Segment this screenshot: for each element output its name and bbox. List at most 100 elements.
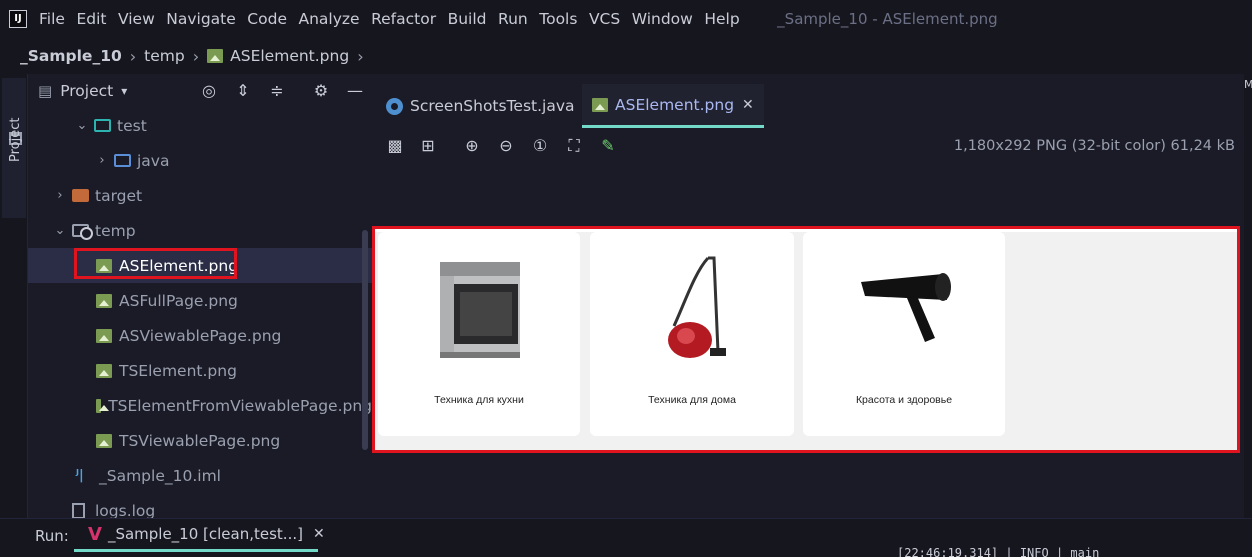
right-tool-label[interactable]: M (1244, 78, 1252, 91)
close-icon[interactable]: ✕ (313, 526, 325, 542)
project-tree: ⌄ test › java › target ⌄ temp ASElement.… (28, 108, 372, 528)
menu-view[interactable]: View (118, 10, 155, 28)
breadcrumb-file[interactable]: ASElement.png (230, 47, 349, 65)
tree-row-java[interactable]: › java (28, 143, 372, 178)
image-toolbar: ▩ ⊞ ⊕ ⊖ ① ⛶ ✎ 1,180x292 PNG (32-bit colo… (372, 128, 1244, 168)
temp-folder-icon (72, 224, 93, 240)
grid-icon[interactable]: ⊞ (418, 136, 438, 156)
project-panel-title[interactable]: Project (60, 82, 113, 100)
tree-item-label: ASViewablePage.png (119, 326, 282, 345)
expand-all-icon[interactable]: ⇕ (234, 82, 252, 100)
zoom-out-icon[interactable]: ⊖ (496, 136, 516, 156)
left-tool-stripe: Project (0, 74, 28, 518)
tree-row-aselement[interactable]: ASElement.png (28, 248, 372, 283)
project-panel: ▤ Project ▾ ◎ ⇕ ≑ ⚙ — ⌄ test › java › ta… (28, 74, 372, 520)
menu-vcs[interactable]: VCS (589, 10, 620, 28)
tree-item-label: TSViewablePage.png (119, 431, 281, 450)
image-file-icon (592, 97, 608, 112)
chevron-right-icon: › (192, 46, 200, 66)
close-icon[interactable]: ✕ (742, 97, 754, 113)
tree-row-test[interactable]: ⌄ test (28, 108, 372, 143)
chevron-down-icon[interactable]: ⌄ (74, 118, 90, 133)
editor-tab-bar: ScreenShotsTest.java ✕ ASElement.png ✕ (372, 74, 1244, 128)
tab-label: ScreenShotsTest.java (410, 97, 575, 115)
locate-file-icon[interactable]: ◎ (200, 82, 218, 100)
stove-image (440, 262, 520, 358)
chessboard-icon[interactable]: ▩ (385, 136, 405, 156)
category-card-beauty: Красота и здоровье (803, 232, 1005, 436)
menu-help[interactable]: Help (704, 10, 739, 28)
image-file-icon (96, 258, 112, 273)
image-info: 1,180x292 PNG (32-bit color) 61,24 kB (953, 138, 1235, 154)
breadcrumb-project[interactable]: _Sample_10 (20, 47, 122, 65)
tab-aselement-png[interactable]: ASElement.png ✕ (582, 84, 764, 128)
collapse-all-icon[interactable]: ≑ (268, 82, 286, 100)
project-view-icon: ▤ (38, 82, 53, 100)
maven-icon: V (88, 523, 102, 545)
tree-row-asfullpage[interactable]: ASFullPage.png (28, 283, 372, 318)
category-label: Техника для кухни (434, 394, 524, 406)
image-file-icon (96, 293, 112, 308)
java-class-icon (386, 97, 403, 115)
menu-window[interactable]: Window (632, 10, 693, 28)
run-configuration-tab[interactable]: V _Sample_10 [clean,test...] ✕ (74, 519, 325, 552)
chevron-right-icon: › (129, 46, 137, 66)
breadcrumb: _Sample_10 › temp › ASElement.png › (0, 38, 1252, 74)
tree-row-asviewablepage[interactable]: ASViewablePage.png (28, 318, 372, 353)
tree-row-temp[interactable]: ⌄ temp (28, 213, 372, 248)
tree-row-iml[interactable]: ᴶ| _Sample_10.iml (28, 458, 372, 493)
menu-build[interactable]: Build (448, 10, 487, 28)
project-panel-header: ▤ Project ▾ ◎ ⇕ ≑ ⚙ — (28, 74, 372, 108)
category-card-home: Техника для дома (590, 232, 794, 436)
tab-screenshotstest-java[interactable]: ScreenShotsTest.java ✕ (376, 84, 604, 128)
run-tab-label: _Sample_10 [clean,test...] (107, 525, 303, 543)
menu-refactor[interactable]: Refactor (371, 10, 436, 28)
tree-row-tselement[interactable]: TSElement.png (28, 353, 372, 388)
tree-item-label: logs.log (95, 501, 156, 520)
color-picker-icon[interactable]: ✎ (598, 136, 618, 156)
tree-row-tselementfromviewablepage[interactable]: TSElementFromViewablePage.png (28, 388, 372, 423)
chevron-down-icon[interactable]: ▾ (121, 84, 127, 98)
project-tool-tab[interactable]: Project (2, 78, 26, 218)
image-file-icon (96, 328, 112, 343)
menu-edit[interactable]: Edit (76, 10, 106, 28)
menu-bar: IJ File Edit View Navigate Code Analyze … (0, 0, 1252, 38)
chevron-right-icon[interactable]: › (52, 188, 68, 203)
gear-icon[interactable]: ⚙ (312, 82, 330, 100)
vacuum-cleaner-image (668, 256, 726, 358)
actual-size-icon[interactable]: ① (530, 136, 550, 156)
tree-row-tsviewablepage[interactable]: TSViewablePage.png (28, 423, 372, 458)
image-preview-highlighted: Техника для кухни Техника для дома Красо… (372, 226, 1240, 453)
image-file-icon (207, 49, 224, 63)
text-file-icon (72, 502, 85, 519)
source-folder-icon (114, 154, 131, 167)
tab-label: ASElement.png (615, 95, 735, 114)
category-label: Техника для дома (648, 394, 736, 406)
menu-run[interactable]: Run (498, 10, 528, 28)
module-file-icon: ᴶ| (76, 468, 84, 483)
project-scrollbar[interactable] (362, 230, 368, 450)
run-label: Run: (35, 527, 69, 545)
tree-item-label: TSElement.png (119, 361, 237, 380)
chevron-down-icon[interactable]: ⌄ (52, 223, 68, 238)
image-file-icon (96, 433, 112, 448)
menu-code[interactable]: Code (247, 10, 287, 28)
tree-row-target[interactable]: › target (28, 178, 372, 213)
excluded-folder-icon (72, 189, 89, 202)
tree-item-label: TSElementFromViewablePage.png (108, 396, 372, 415)
chevron-right-icon[interactable]: › (94, 153, 110, 168)
tree-item-label: target (95, 186, 143, 205)
zoom-in-icon[interactable]: ⊕ (462, 136, 482, 156)
menu-file[interactable]: File (39, 10, 65, 28)
tree-item-label: _Sample_10.iml (99, 466, 221, 485)
right-tool-stripe: M (1244, 74, 1252, 518)
breadcrumb-folder[interactable]: temp (144, 47, 185, 65)
editor-area: ScreenShotsTest.java ✕ ASElement.png ✕ ▩… (372, 74, 1244, 518)
tree-item-label: ASFullPage.png (119, 291, 238, 310)
project-tool-label: Project (8, 117, 23, 162)
fit-zoom-icon[interactable]: ⛶ (564, 136, 584, 156)
menu-tools[interactable]: Tools (539, 10, 577, 28)
hide-panel-icon[interactable]: — (346, 82, 364, 100)
menu-navigate[interactable]: Navigate (166, 10, 236, 28)
menu-analyze[interactable]: Analyze (298, 10, 359, 28)
